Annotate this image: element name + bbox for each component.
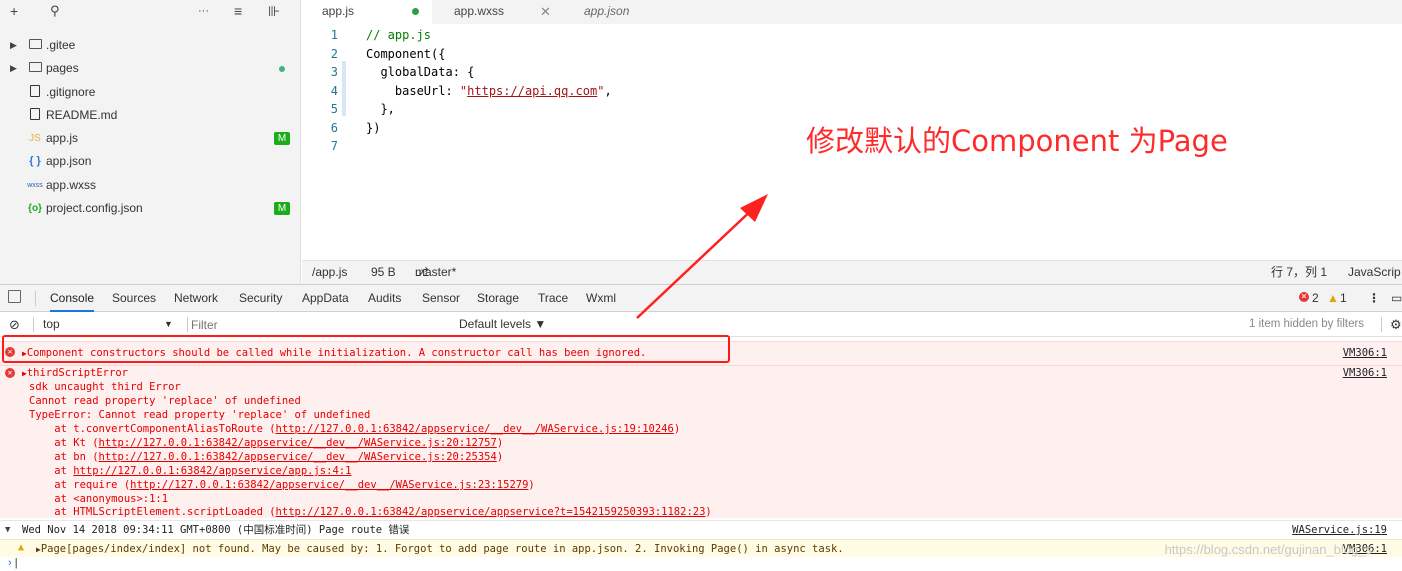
annotation-arrow [636,194,768,319]
